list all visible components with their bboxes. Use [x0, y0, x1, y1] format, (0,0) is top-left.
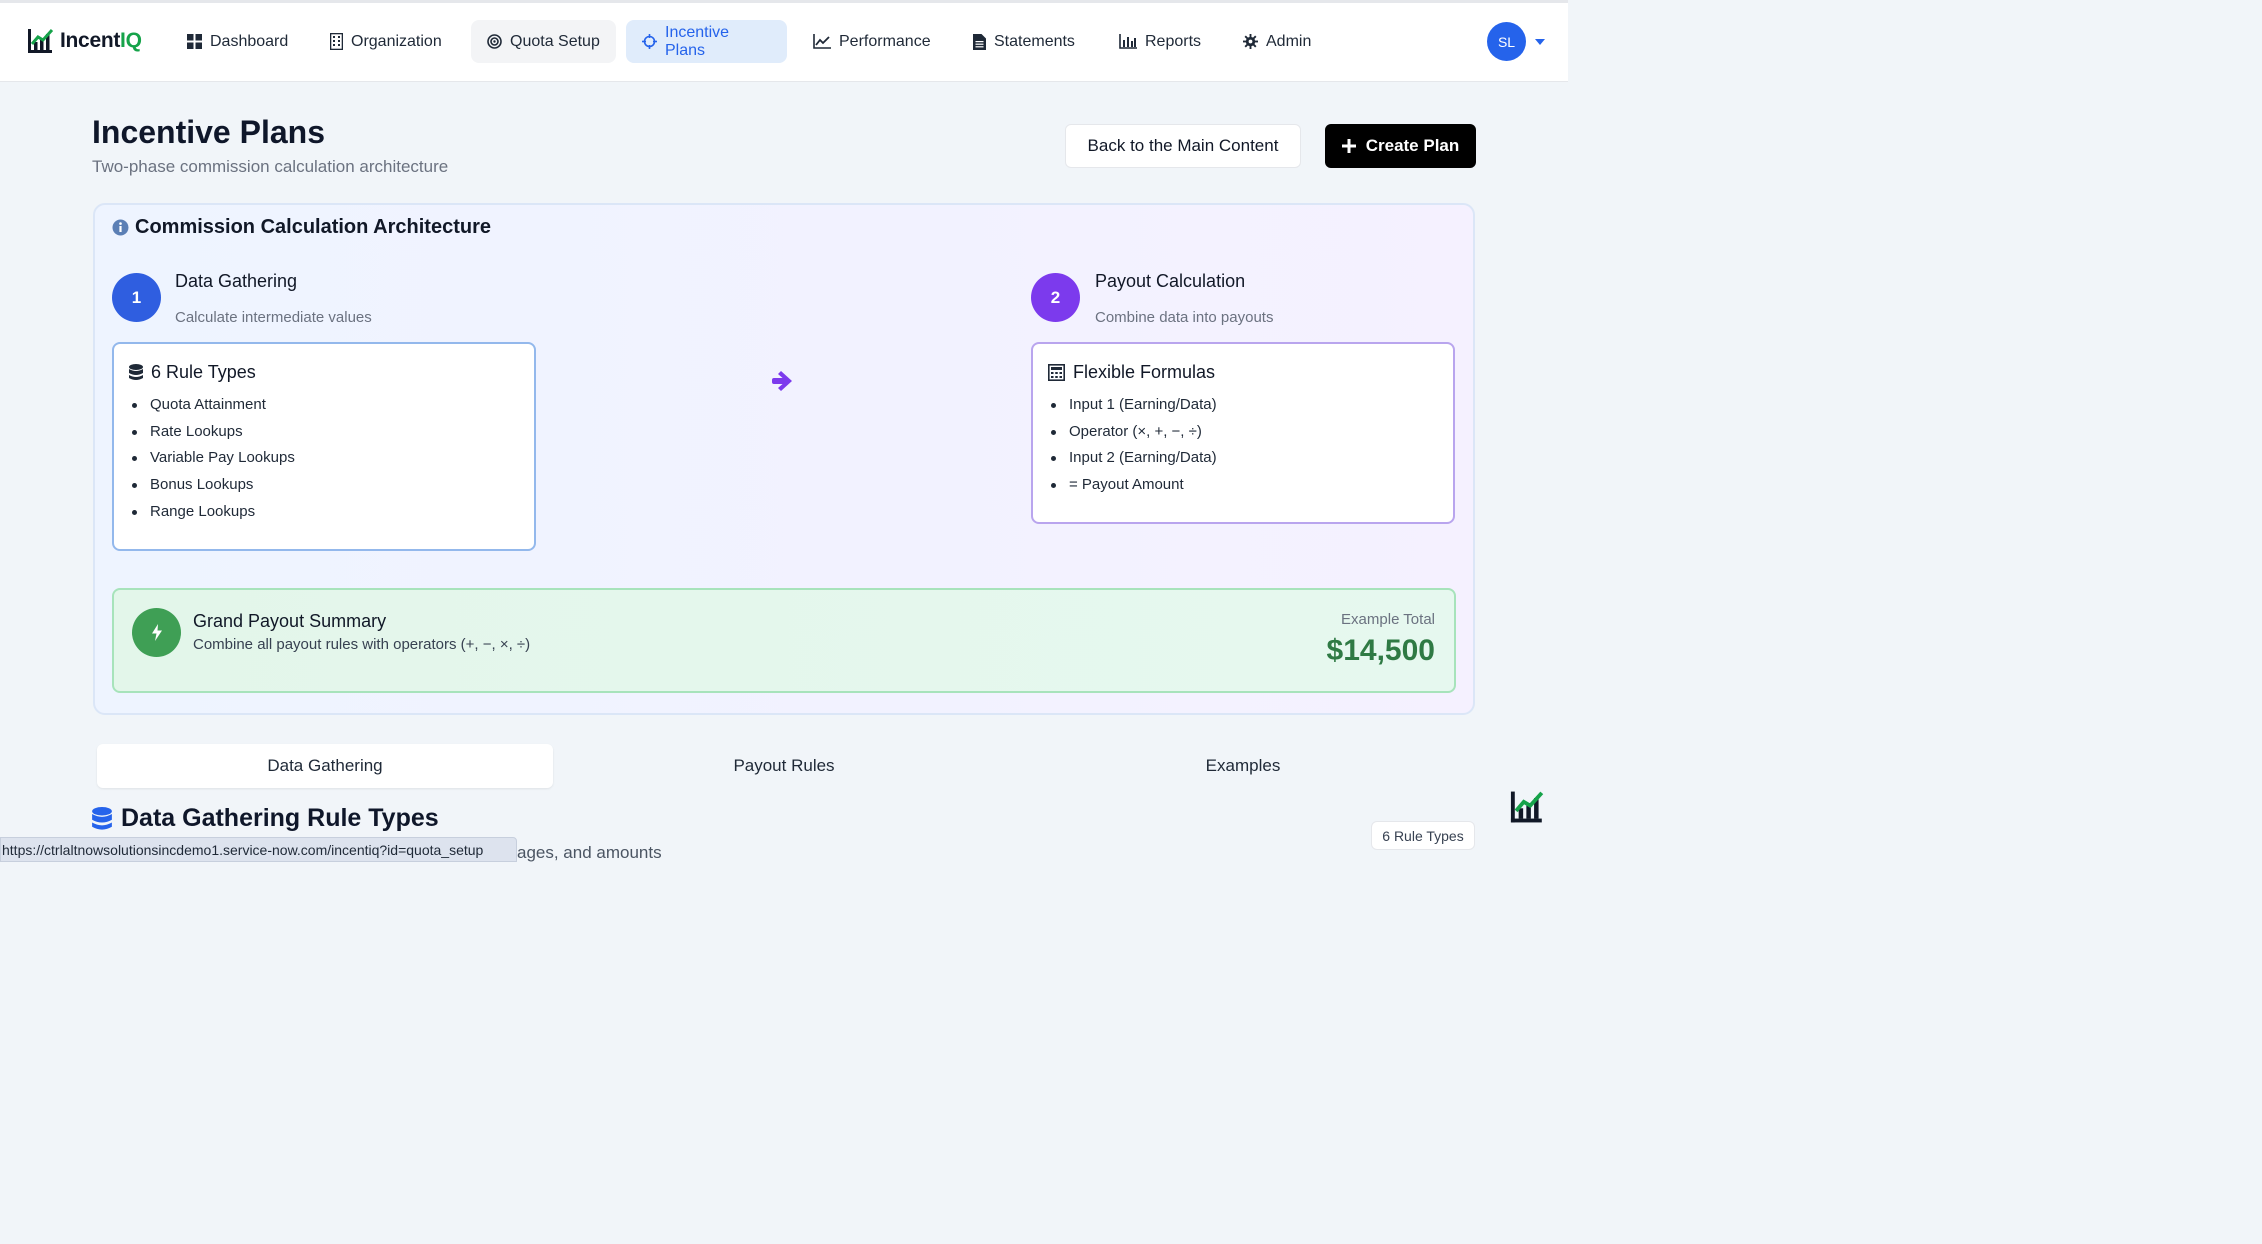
flexible-formulas-box-title-text: Flexible Formulas [1073, 362, 1216, 382]
chevron-down-icon[interactable] [1535, 39, 1545, 45]
tab-examples[interactable]: Examples [1015, 744, 1471, 788]
app-name: IncentIQ [60, 29, 142, 53]
nav-admin[interactable]: Admin [1227, 20, 1327, 63]
nav-statements-label: Statements [994, 32, 1075, 50]
arrow-right-icon [772, 371, 792, 391]
phase-1-number: 1 [112, 273, 161, 322]
formula-parts-list: Input 1 (Earning/Data) Operator (×, +, −… [1050, 392, 1217, 499]
database-icon [129, 364, 143, 380]
tab-data-gathering[interactable]: Data Gathering [97, 744, 553, 788]
database-icon [92, 806, 112, 830]
gear-icon [1243, 34, 1258, 49]
phase-2-number: 2 [1031, 273, 1080, 322]
page-subtitle: Two-phase commission calculation archite… [92, 157, 449, 176]
tab-payout-rules[interactable]: Payout Rules [556, 744, 1012, 788]
nav-incentive-plans[interactable]: Incentive Plans [626, 20, 787, 63]
flexible-formulas-box-title: Flexible Formulas [1048, 362, 1215, 383]
document-icon [973, 33, 986, 50]
phase-2-subtitle: Combine data into payouts [1095, 309, 1274, 326]
bolt-icon [151, 624, 162, 641]
rule-types-box-title-text: 6 Rule Types [151, 362, 256, 382]
example-total-amount: $14,500 [1326, 634, 1435, 667]
example-total-label: Example Total [1341, 611, 1435, 628]
bolt-badge [132, 608, 181, 657]
section-title-text: Data Gathering Rule Types [121, 804, 439, 832]
crosshair-icon [642, 34, 657, 49]
nav-admin-label: Admin [1266, 32, 1312, 50]
create-plan-label: Create Plan [1365, 136, 1460, 155]
summary-description: Combine all payout rules with operators … [193, 636, 531, 653]
nav-quota-setup[interactable]: Quota Setup [471, 20, 616, 63]
rule-types-box-title: 6 Rule Types [129, 362, 256, 383]
nav-dashboard[interactable]: Dashboard [171, 20, 304, 63]
app-name-prefix: Incent [60, 29, 121, 52]
status-bar-url: https://ctrlaltnowsolutionsincdemo1.serv… [0, 837, 517, 862]
logo-chart-icon [28, 28, 54, 53]
list-item: Operator (×, +, −, ÷) [1050, 419, 1217, 446]
section-description: ages, and amounts [517, 843, 662, 862]
top-navbar: IncentIQ Dashboard Organization Quota Se… [0, 3, 1568, 82]
summary-title: Grand Payout Summary [193, 611, 387, 631]
list-item: = Payout Amount [1050, 472, 1217, 499]
list-item: Input 2 (Earning/Data) [1050, 445, 1217, 472]
rule-types-count-badge: 6 Rule Types [1371, 821, 1475, 850]
nav-dashboard-label: Dashboard [210, 32, 289, 50]
list-item: Range Lookups [131, 499, 295, 526]
nav-quota-setup-label: Quota Setup [510, 32, 600, 50]
nav-incentive-plans-label: Incentive Plans [665, 23, 730, 59]
nav-organization[interactable]: Organization [314, 20, 458, 63]
list-item: Input 1 (Earning/Data) [1050, 392, 1217, 419]
building-icon [330, 33, 343, 50]
back-to-main-content-button[interactable]: Back to the Main Content [1065, 124, 1301, 168]
phase-1-subtitle: Calculate intermediate values [175, 309, 372, 326]
nav-reports-label: Reports [1145, 32, 1202, 50]
bar-chart-icon [1119, 34, 1137, 49]
architecture-title: Commission Calculation Architecture [112, 216, 491, 239]
app-logo[interactable]: IncentIQ [27, 27, 142, 55]
list-item: Quota Attainment [131, 392, 295, 419]
grid-icon [187, 34, 202, 49]
nav-organization-label: Organization [351, 32, 442, 50]
list-item: Bonus Lookups [131, 472, 295, 499]
nav-reports[interactable]: Reports [1103, 20, 1217, 63]
calculator-icon [1048, 364, 1065, 381]
line-chart-icon [813, 34, 831, 49]
user-avatar[interactable]: SL [1487, 22, 1526, 61]
list-item: Variable Pay Lookups [131, 445, 295, 472]
create-plan-button[interactable]: Create Plan [1325, 124, 1476, 168]
nav-performance-label: Performance [839, 32, 931, 50]
floating-logo-chart-icon[interactable] [1509, 789, 1545, 825]
info-icon [112, 219, 129, 236]
list-item: Rate Lookups [131, 419, 295, 446]
nav-performance[interactable]: Performance [797, 20, 947, 63]
section-title: Data Gathering Rule Types [92, 804, 439, 833]
app-name-suffix: IQ [120, 29, 142, 52]
page-title: Incentive Plans [92, 114, 325, 150]
rule-types-list: Quota Attainment Rate Lookups Variable P… [131, 392, 295, 525]
architecture-title-text: Commission Calculation Architecture [135, 216, 491, 238]
phase-2-title: Payout Calculation [1095, 271, 1246, 291]
plus-icon [1341, 139, 1356, 153]
nav-statements[interactable]: Statements [957, 20, 1091, 63]
target-icon [487, 34, 502, 49]
phase-1-title: Data Gathering [175, 271, 298, 291]
